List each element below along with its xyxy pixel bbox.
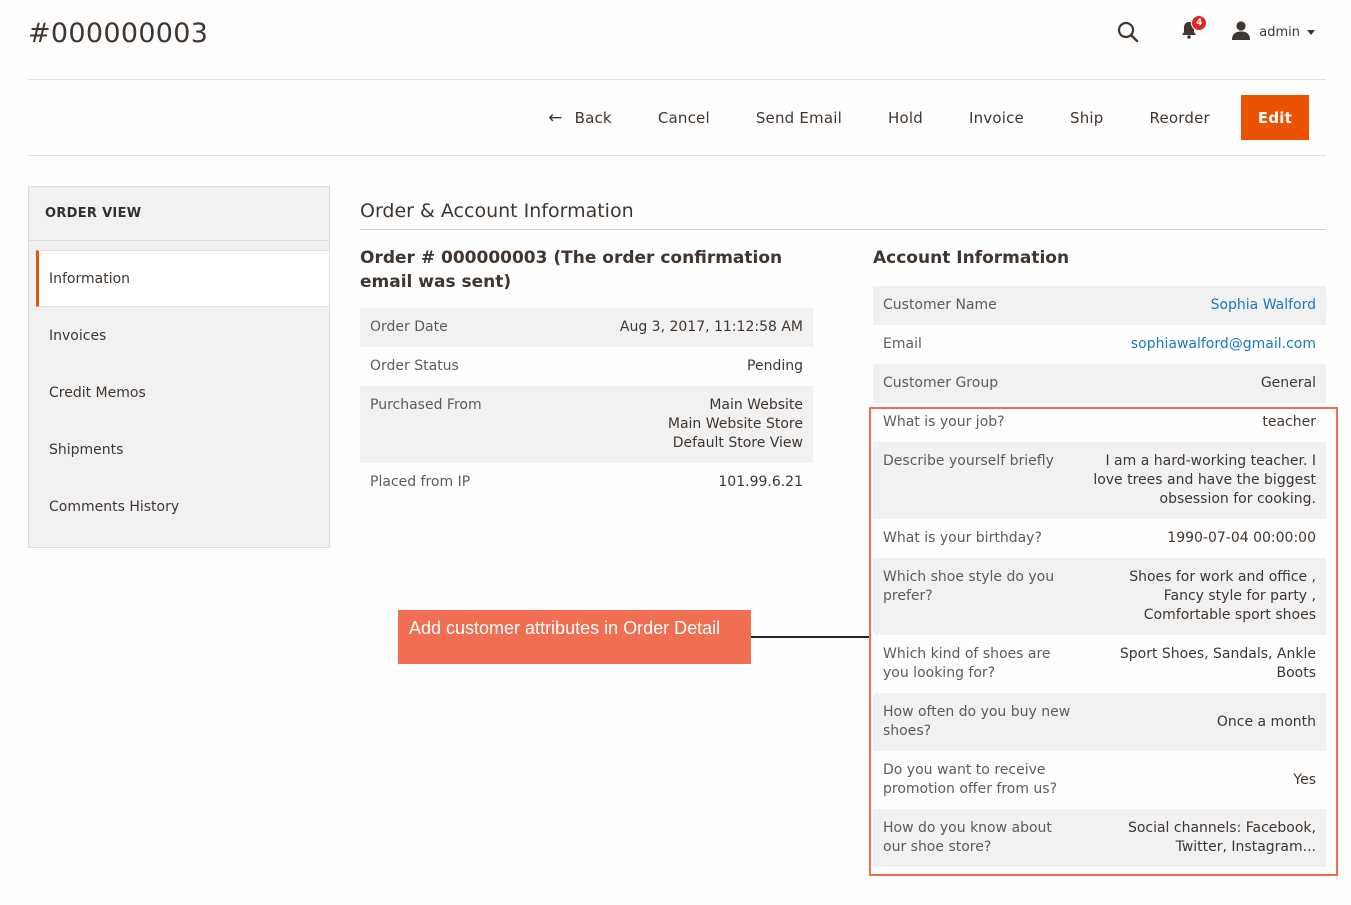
table-row: Order Date Aug 3, 2017, 11:12:58 AM bbox=[360, 308, 813, 347]
user-menu[interactable]: admin bbox=[1231, 20, 1315, 44]
order-info-table: Order Date Aug 3, 2017, 11:12:58 AM Orde… bbox=[360, 308, 813, 502]
cancel-button[interactable]: Cancel bbox=[635, 95, 733, 140]
send-email-button[interactable]: Send Email bbox=[733, 95, 865, 140]
table-row: Which kind of shoes are you looking for?… bbox=[873, 635, 1326, 693]
order-status-label: Order Status bbox=[370, 358, 459, 374]
sidebar-item-information[interactable]: Information bbox=[36, 250, 329, 307]
order-heading: Order # 000000003 (The order confirmatio… bbox=[360, 248, 783, 292]
sidebar-item-invoices[interactable]: Invoices bbox=[29, 307, 329, 364]
annotation-connector-line bbox=[751, 636, 869, 638]
user-name: admin bbox=[1259, 24, 1300, 40]
table-row: Placed from IP 101.99.6.21 bbox=[360, 463, 813, 502]
header-divider bbox=[28, 79, 1326, 80]
sidebar-item-credit-memos[interactable]: Credit Memos bbox=[29, 364, 329, 421]
attribute-label: How do you know about our shoe store? bbox=[873, 809, 1082, 867]
toolbar-divider bbox=[28, 155, 1326, 156]
reorder-button[interactable]: Reorder bbox=[1127, 95, 1233, 140]
attribute-value: Yes bbox=[1293, 771, 1316, 788]
table-row: Order Status Pending bbox=[360, 347, 813, 386]
page-actions-toolbar: ← Back Cancel Send Email Hold Invoice Sh… bbox=[525, 95, 1309, 140]
sidebar-item-comments-history[interactable]: Comments History bbox=[29, 478, 329, 535]
notifications-button[interactable]: 4 bbox=[1181, 15, 1208, 43]
attribute-value: I am a hard-working teacher. I love tree… bbox=[1081, 442, 1326, 519]
chevron-down-icon bbox=[1307, 29, 1315, 35]
notification-count-badge: 4 bbox=[1191, 15, 1208, 31]
arrow-left-icon: ← bbox=[548, 107, 563, 128]
table-row: Which shoe style do you prefer? Shoes fo… bbox=[873, 558, 1326, 635]
table-row: How do you know about our shoe store? So… bbox=[873, 809, 1326, 867]
edit-button[interactable]: Edit bbox=[1240, 95, 1309, 140]
ship-button[interactable]: Ship bbox=[1047, 95, 1127, 140]
attribute-value: 1990-07-04 00:00:00 bbox=[1167, 530, 1316, 546]
attribute-value: Social channels: Facebook, Twitter, Inst… bbox=[1081, 809, 1326, 867]
table-row: How often do you buy new shoes? Once a m… bbox=[873, 693, 1326, 751]
purchased-from-website: Main Website bbox=[709, 397, 803, 413]
purchased-from-store: Main Website Store bbox=[667, 416, 803, 432]
email-label: Email bbox=[883, 336, 922, 352]
placed-from-ip-label: Placed from IP bbox=[370, 474, 471, 490]
sidebar-title: ORDER VIEW bbox=[29, 187, 329, 241]
header-actions: 4 admin bbox=[1117, 15, 1315, 46]
attribute-label: How often do you buy new shoes? bbox=[873, 693, 1082, 751]
order-information: Order # 000000003 (The order confirmatio… bbox=[360, 246, 813, 502]
purchased-from-value: Main Website Main Website Store Default … bbox=[568, 386, 813, 463]
table-row: Customer Group General bbox=[873, 364, 1326, 403]
hold-button[interactable]: Hold bbox=[865, 95, 946, 140]
table-row: Email sophiawalford@gmail.com bbox=[873, 325, 1326, 364]
table-row: Do you want to receive promotion offer f… bbox=[873, 751, 1326, 809]
annotation-callout: Add customer attributes in Order Detail bbox=[398, 610, 751, 664]
table-row: Describe yourself briefly I am a hard-wo… bbox=[873, 442, 1326, 519]
attribute-label: What is your birthday? bbox=[883, 530, 1042, 546]
page-title: #000000003 bbox=[28, 18, 209, 49]
order-date-label: Order Date bbox=[360, 308, 569, 347]
section-divider bbox=[360, 229, 1326, 230]
attribute-label: Do you want to receive promotion offer f… bbox=[883, 762, 1058, 797]
customer-name-label: Customer Name bbox=[873, 286, 1082, 325]
customer-group-value: General bbox=[1081, 364, 1326, 403]
placed-from-ip-value: 101.99.6.21 bbox=[718, 474, 803, 490]
table-row: What is your job? teacher bbox=[873, 403, 1326, 442]
order-view-sidebar: ORDER VIEW Information Invoices Credit M… bbox=[28, 186, 330, 548]
order-status-value: Pending bbox=[747, 358, 803, 374]
user-icon bbox=[1231, 20, 1251, 44]
account-heading: Account Information bbox=[873, 248, 1070, 268]
table-row: Purchased From Main Website Main Website… bbox=[360, 386, 813, 463]
sidebar-nav: Information Invoices Credit Memos Shipme… bbox=[29, 250, 329, 535]
attribute-value: Shoes for work and office , Fancy style … bbox=[1081, 558, 1326, 635]
search-icon[interactable] bbox=[1117, 21, 1139, 43]
sidebar-item-shipments[interactable]: Shipments bbox=[29, 421, 329, 478]
attribute-value: Sport Shoes, Sandals, Ankle Boots bbox=[1119, 646, 1316, 681]
purchased-from-label: Purchased From bbox=[360, 386, 569, 463]
table-row: Customer Name Sophia Walford bbox=[873, 286, 1326, 325]
purchased-from-store-view: Default Store View bbox=[672, 435, 803, 451]
back-button-label: Back bbox=[574, 108, 612, 127]
customer-name-link[interactable]: Sophia Walford bbox=[1211, 297, 1316, 313]
attribute-label: Describe yourself briefly bbox=[873, 442, 1082, 519]
attribute-label: Which shoe style do you prefer? bbox=[873, 558, 1082, 635]
account-info-table: Customer Name Sophia Walford Email sophi… bbox=[873, 286, 1326, 867]
back-button[interactable]: ← Back bbox=[525, 95, 635, 140]
customer-group-label: Customer Group bbox=[873, 364, 1082, 403]
attribute-label: Which kind of shoes are you looking for? bbox=[883, 646, 1051, 681]
invoice-button[interactable]: Invoice bbox=[946, 95, 1047, 140]
customer-email-link[interactable]: sophiawalford@gmail.com bbox=[1131, 336, 1316, 352]
attribute-label: What is your job? bbox=[883, 414, 1005, 430]
attribute-value: teacher bbox=[1262, 414, 1316, 430]
table-row: What is your birthday? 1990-07-04 00:00:… bbox=[873, 519, 1326, 558]
attribute-value: Once a month bbox=[1081, 693, 1326, 751]
order-date-value: Aug 3, 2017, 11:12:58 AM bbox=[568, 308, 813, 347]
section-title: Order & Account Information bbox=[360, 200, 634, 222]
account-information: Account Information Customer Name Sophia… bbox=[873, 246, 1326, 867]
